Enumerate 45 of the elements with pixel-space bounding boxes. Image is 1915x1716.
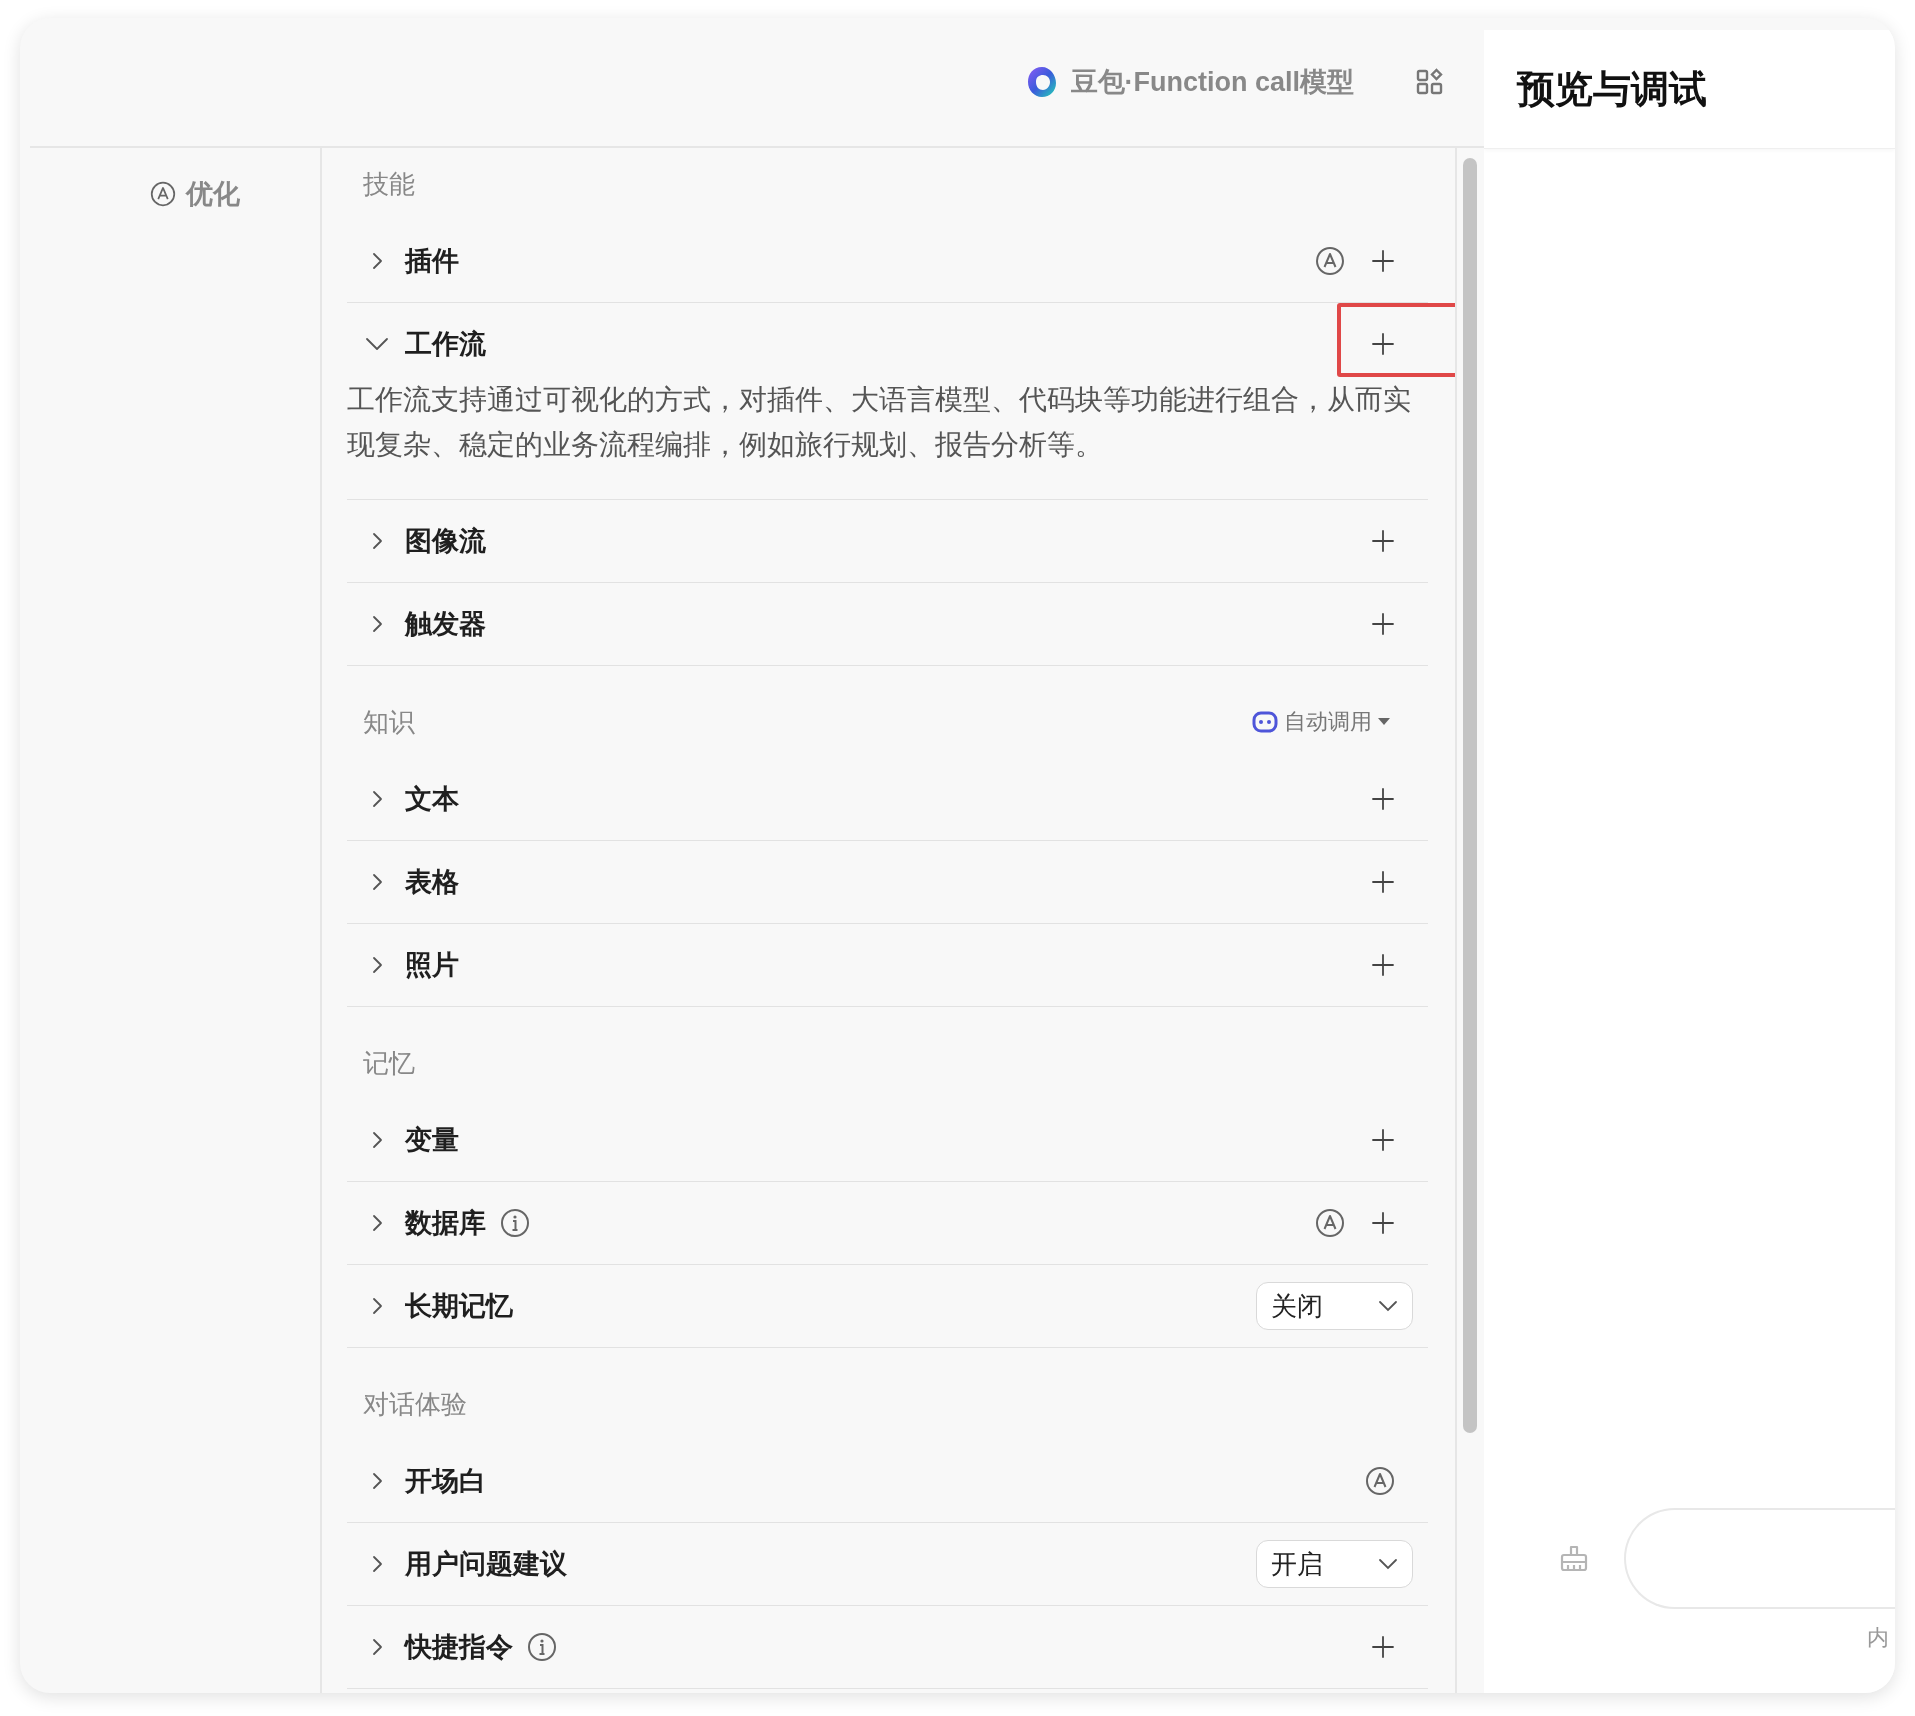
caret-icon: [1378, 718, 1390, 726]
hint-text: 内: [1867, 1624, 1889, 1652]
row-label[interactable]: 开场白: [405, 1463, 486, 1499]
row-label[interactable]: 触发器: [405, 606, 486, 642]
select-dropdown[interactable]: 开启: [1256, 1540, 1413, 1588]
add-icon[interactable]: [1371, 870, 1395, 894]
section-title: 记忆: [363, 1046, 416, 1080]
row-label[interactable]: 变量: [405, 1122, 459, 1158]
row-label[interactable]: 数据库: [405, 1205, 486, 1241]
add-icon[interactable]: [1371, 1635, 1395, 1659]
info-icon[interactable]: [500, 1208, 530, 1238]
section-title: 技能: [363, 167, 416, 201]
circled-a-icon: [150, 181, 176, 207]
add-icon[interactable]: [1371, 1211, 1395, 1235]
robot-icon: [1252, 710, 1278, 734]
panel-title: 预览与调试: [1517, 66, 1707, 112]
auto-call-dropdown[interactable]: 自动调用: [1252, 707, 1390, 737]
section-title: 知识: [363, 705, 416, 739]
row-label[interactable]: 工作流: [405, 326, 486, 362]
info-icon[interactable]: [527, 1632, 557, 1662]
add-icon[interactable]: [1371, 332, 1395, 356]
add-icon[interactable]: [1371, 953, 1395, 977]
select-dropdown[interactable]: 关闭: [1256, 1282, 1413, 1330]
section-title: 对话体验: [363, 1387, 468, 1421]
circled-a-icon[interactable]: [1315, 1208, 1345, 1238]
description-text: 工作流支持通过可视化的方式，对插件、大语言模型、代码块等功能进行组合，从而实现复杂、稳定的业务流程编排，例如旅行规划、报告分析等。: [347, 383, 1412, 462]
chevron-down-icon: [1378, 1300, 1398, 1312]
row-label[interactable]: 表格: [405, 864, 459, 900]
grid-icon[interactable]: [1416, 68, 1444, 96]
row-label[interactable]: 照片: [405, 947, 459, 983]
row-label[interactable]: 长期记忆: [405, 1288, 513, 1324]
add-icon[interactable]: [1371, 787, 1395, 811]
circled-a-icon[interactable]: [1315, 246, 1345, 276]
row-label[interactable]: 图像流: [405, 523, 486, 559]
row-label[interactable]: 快捷指令: [405, 1629, 513, 1665]
row-label[interactable]: 插件: [405, 243, 459, 279]
scrollbar-thumb[interactable]: [1463, 158, 1477, 1433]
row-label[interactable]: 文本: [405, 781, 459, 817]
add-icon[interactable]: [1371, 249, 1395, 273]
add-icon[interactable]: [1371, 1128, 1395, 1152]
chevron-down-icon: [1378, 1558, 1398, 1570]
add-icon[interactable]: [1371, 529, 1395, 553]
circled-a-icon[interactable]: [1365, 1466, 1395, 1496]
add-icon[interactable]: [1371, 612, 1395, 636]
row-label[interactable]: 用户问题建议: [405, 1546, 567, 1582]
